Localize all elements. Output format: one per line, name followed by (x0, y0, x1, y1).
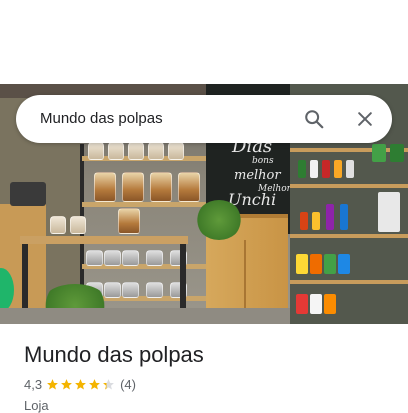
jar (104, 250, 121, 266)
product (340, 204, 348, 230)
jar (108, 142, 124, 160)
product (310, 254, 322, 274)
product (372, 144, 386, 162)
jar (146, 250, 163, 266)
place-category: Loja (24, 398, 49, 413)
jar (148, 142, 164, 160)
product (312, 212, 320, 230)
star-icon (103, 378, 114, 389)
product (390, 144, 404, 162)
search-icon (305, 110, 324, 129)
photo-machine (10, 182, 46, 206)
jar (150, 172, 172, 202)
jar (88, 142, 104, 160)
product (310, 160, 318, 178)
star-icon (75, 378, 86, 389)
product (300, 212, 308, 230)
jar (118, 208, 140, 234)
shelf-plank (290, 234, 408, 238)
product (324, 254, 336, 274)
search-button[interactable] (298, 103, 330, 135)
jar (168, 142, 184, 160)
product (338, 254, 350, 274)
jar (86, 250, 103, 266)
jar (128, 142, 144, 160)
product (326, 204, 334, 230)
product (346, 160, 354, 178)
shelf-plank (82, 202, 206, 207)
top-blank-area (0, 0, 408, 84)
place-title: Mundo das polpas (24, 342, 204, 367)
jar (50, 216, 66, 234)
jar (122, 172, 144, 202)
product (296, 294, 308, 314)
photo-floor (0, 308, 290, 324)
chalkboard-text: melhor (234, 168, 281, 183)
review-count[interactable]: (4) (120, 377, 136, 392)
product (322, 160, 330, 178)
shelf-plank (290, 280, 408, 284)
chalkboard-text: bons (252, 156, 274, 166)
product (334, 160, 342, 178)
photo-plant (196, 200, 242, 240)
star-rating (46, 378, 116, 391)
photo-table (20, 236, 188, 244)
jar (122, 250, 139, 266)
rating-row[interactable]: 4,3 (4) (24, 376, 136, 392)
product (298, 160, 306, 178)
search-input[interactable]: Mundo das polpas (40, 95, 163, 143)
star-icon (47, 378, 58, 389)
jar (70, 216, 86, 234)
product (324, 294, 336, 314)
close-button[interactable] (349, 103, 381, 135)
star-icon (61, 378, 72, 389)
rating-value: 4,3 (24, 376, 43, 392)
jar (178, 172, 200, 202)
star-icon (89, 378, 100, 389)
jar (122, 282, 139, 298)
product (296, 254, 308, 274)
search-bar[interactable]: Mundo das polpas (16, 95, 392, 143)
jar (94, 172, 116, 202)
product (378, 192, 400, 232)
shelf-plank (290, 184, 408, 188)
product (310, 294, 322, 314)
jar (146, 282, 163, 298)
close-icon (358, 112, 372, 126)
